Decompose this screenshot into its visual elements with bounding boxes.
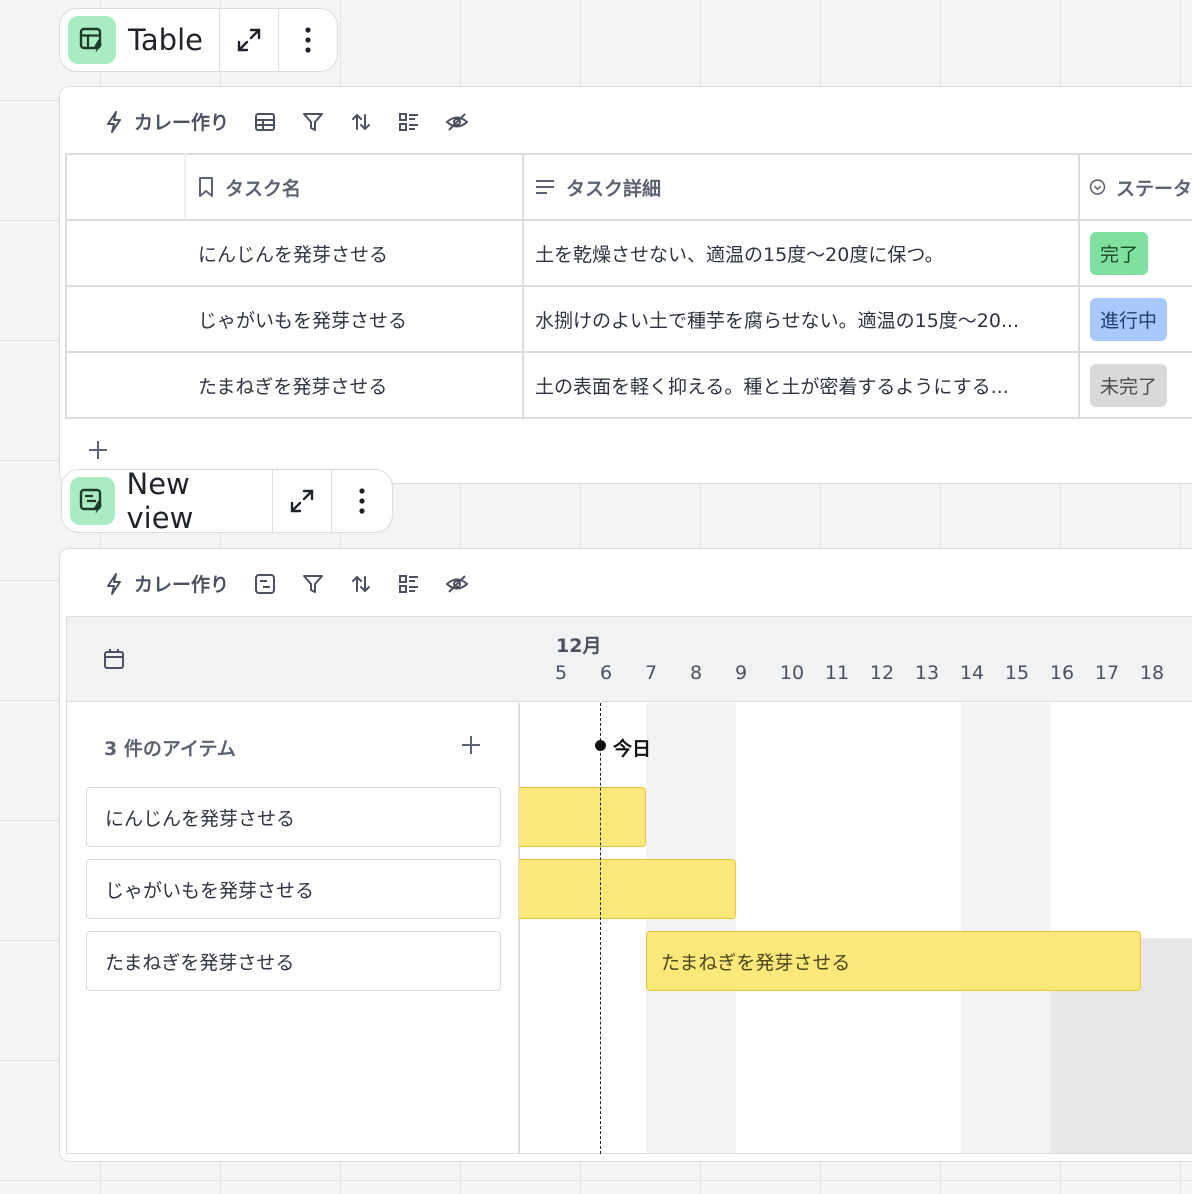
day-label: 7 (644, 662, 658, 684)
table-row-name[interactable]: にんじんを発芽させる (198, 220, 388, 286)
column-header-label: ステータ (1115, 177, 1192, 200)
gantt-view-icon (70, 477, 115, 525)
table-col-divider (184, 153, 186, 219)
table-col-divider (1078, 153, 1080, 419)
gantt-list-item[interactable]: にんじんを発芽させる (86, 787, 501, 847)
table-view-header: Table (59, 8, 338, 72)
lightning-icon (107, 110, 121, 133)
table-row-status[interactable]: 完了 (1090, 220, 1149, 286)
automation-label: カレー作り (134, 112, 230, 134)
table-view-icon (68, 16, 116, 64)
table-view-title[interactable]: Table (60, 9, 220, 71)
column-header-status[interactable]: ステータ (1089, 154, 1192, 220)
table-row-detail[interactable]: 土の表面を軽く抑える。種と土が密着するようにする... (535, 352, 1070, 418)
column-header-label: タスク名 (225, 177, 302, 200)
bookmark-icon (199, 177, 213, 197)
weekend-shading (961, 703, 1051, 1153)
table-toolbar: カレー作り (104, 108, 469, 135)
gantt-view-header: New view (61, 469, 393, 533)
day-label: 15 (1004, 662, 1030, 684)
group-icon[interactable] (397, 572, 421, 596)
expand-icon (237, 28, 260, 52)
more-options-button[interactable] (279, 9, 337, 71)
day-label: 9 (734, 662, 748, 684)
gantt-list-divider (518, 703, 520, 1154)
day-label: 18 (1139, 662, 1165, 684)
day-label: 14 (959, 662, 985, 684)
weekend-shading (646, 703, 736, 1153)
add-row-button[interactable] (86, 438, 110, 462)
day-label: 13 (914, 662, 940, 684)
text-lines-icon (536, 180, 554, 194)
status-badge: 完了 (1090, 231, 1149, 275)
day-label: 6 (599, 662, 613, 684)
column-header-label: タスク詳細 (566, 177, 662, 200)
table-row-detail[interactable]: 土を乾燥させない、適温の15度〜20度に保つ。 (535, 220, 1070, 286)
table-row-status[interactable]: 進行中 (1090, 286, 1168, 352)
table-view-label: Table (128, 23, 203, 57)
lightning-icon (107, 572, 121, 595)
expand-icon (290, 489, 314, 513)
day-label: 11 (824, 662, 850, 684)
today-dot (595, 740, 606, 751)
gantt-bar[interactable]: たまねぎを発芽させる (646, 931, 1141, 991)
status-circle-icon (1089, 179, 1106, 195)
day-label: 17 (1094, 662, 1120, 684)
status-badge: 進行中 (1090, 297, 1168, 341)
hide-fields-icon[interactable] (445, 572, 469, 596)
table-row-detail[interactable]: 水捌けのよい土で種芋を腐らせない。適温の15度〜20... (535, 286, 1070, 352)
day-label: 10 (779, 662, 805, 684)
table-row-name[interactable]: たまねぎを発芽させる (198, 352, 387, 418)
gantt-view-label: New view (126, 469, 194, 533)
hide-fields-icon[interactable] (445, 110, 469, 134)
add-item-button[interactable] (460, 734, 484, 758)
sort-icon[interactable] (349, 110, 373, 134)
day-label: 16 (1049, 662, 1075, 684)
gantt-list-item[interactable]: たまねぎを発芽させる (86, 931, 501, 991)
group-icon[interactable] (397, 110, 421, 134)
automation-button[interactable]: カレー作り (104, 108, 229, 135)
table-col-divider (522, 153, 524, 419)
item-count-label: 3 件のアイテム (104, 738, 236, 760)
expand-button[interactable] (273, 470, 333, 532)
today-label: 今日 (613, 738, 652, 760)
gantt-list-item[interactable]: じゃがいもを発芽させる (86, 859, 501, 919)
month-label: 12月 (556, 635, 602, 657)
gantt-bar[interactable] (519, 859, 736, 919)
gantt-toolbar: カレー作り (104, 570, 469, 597)
more-options-button[interactable] (332, 470, 392, 532)
automation-label: カレー作り (134, 574, 230, 596)
gantt-layout-icon[interactable] (253, 572, 277, 596)
today-line (600, 703, 601, 1154)
plus-icon (89, 441, 107, 459)
column-header-task-detail[interactable]: タスク詳細 (534, 154, 661, 220)
table-row-name[interactable]: じゃがいもを発芽させる (198, 286, 407, 352)
table-col-divider (65, 153, 67, 419)
gantt-timeline-header (67, 617, 1192, 702)
gantt-view-title[interactable]: New view (62, 470, 273, 532)
filter-icon[interactable] (301, 110, 325, 134)
more-vertical-icon (305, 27, 311, 53)
status-badge: 未完了 (1090, 363, 1168, 407)
table-row-status[interactable]: 未完了 (1090, 352, 1168, 418)
table-layout-icon[interactable] (253, 110, 277, 134)
day-label: 5 (554, 662, 568, 684)
column-header-task-name[interactable]: タスク名 (197, 154, 301, 220)
day-label: 8 (689, 662, 703, 684)
sort-icon[interactable] (349, 572, 373, 596)
automation-button[interactable]: カレー作り (104, 570, 229, 597)
calendar-icon (103, 648, 125, 674)
gantt-bar[interactable] (519, 787, 646, 847)
more-vertical-icon (359, 488, 365, 514)
expand-button[interactable] (220, 9, 279, 71)
day-label: 12 (869, 662, 895, 684)
plus-icon (462, 736, 480, 754)
filter-icon[interactable] (301, 572, 325, 596)
